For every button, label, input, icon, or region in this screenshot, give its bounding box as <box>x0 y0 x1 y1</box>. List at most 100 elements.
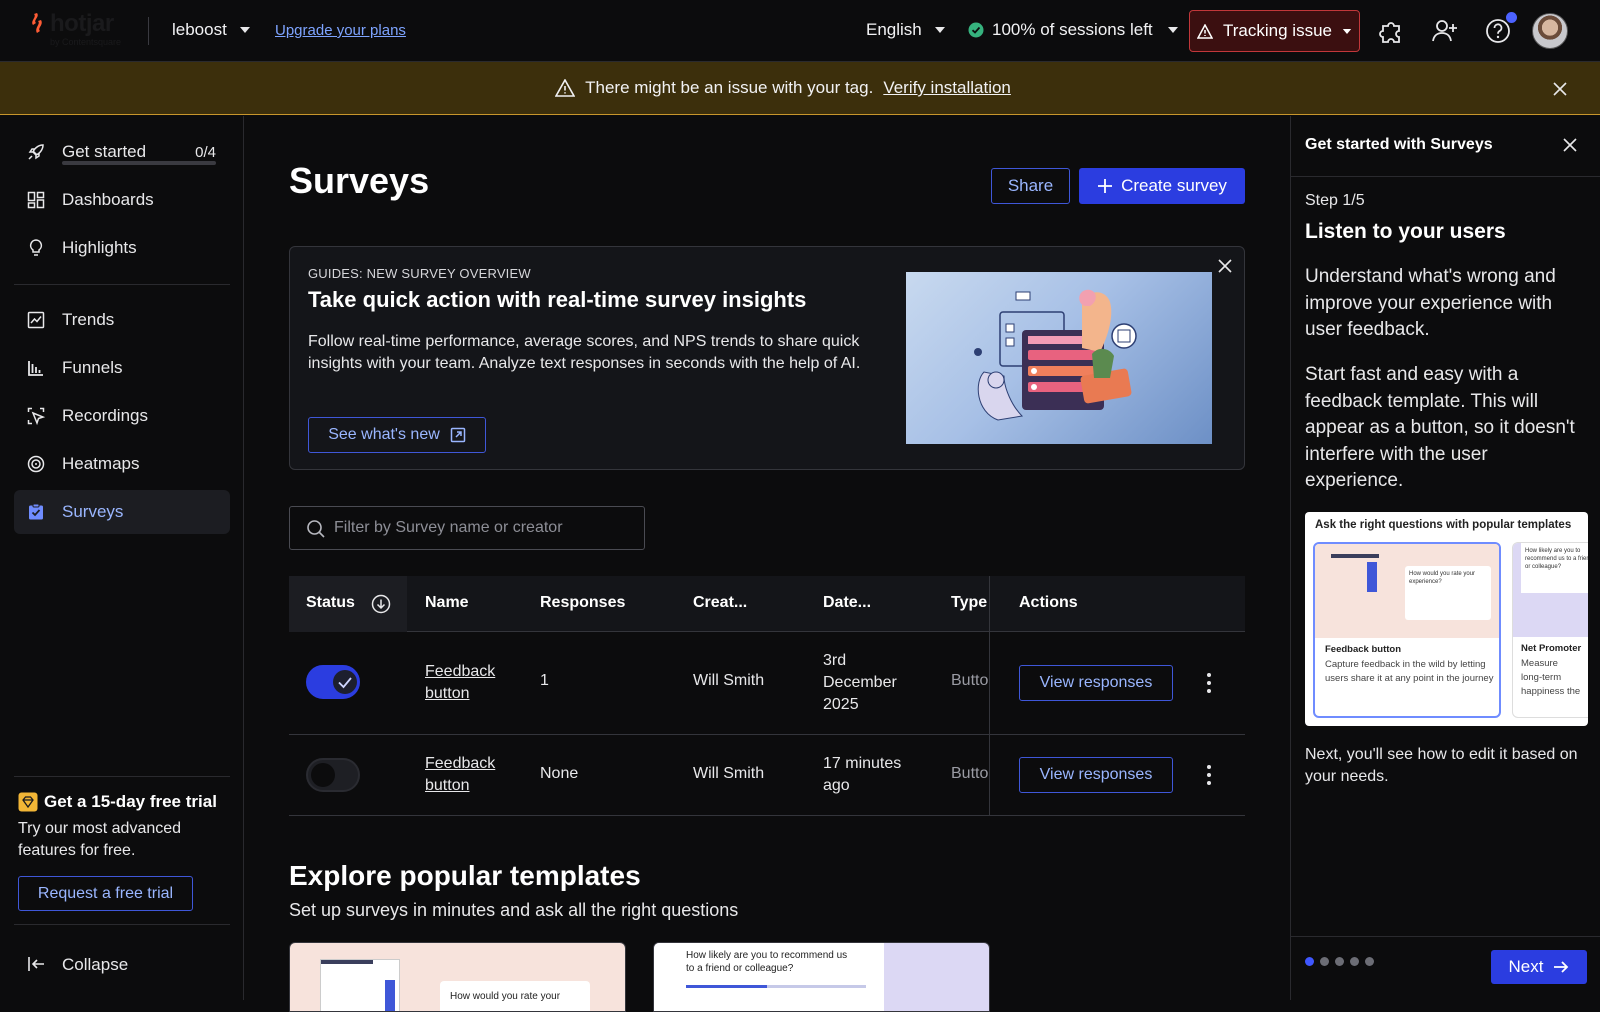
preview-bar <box>321 960 373 964</box>
sidebar-item-surveys[interactable]: Surveys <box>14 490 230 534</box>
guide-description: Follow real-time performance, average sc… <box>308 333 861 372</box>
column-header-date[interactable]: Date... <box>823 594 871 612</box>
view-responses-button[interactable]: View responses <box>1019 757 1173 793</box>
survey-type: Button <box>951 765 989 782</box>
nps-slider-fill <box>686 985 767 988</box>
survey-name-link[interactable]: Feedback button <box>425 753 515 797</box>
search-icon <box>307 520 325 538</box>
organization-selector[interactable]: leboost <box>172 20 251 40</box>
panel-paragraph: Start fast and easy with a feedback temp… <box>1305 364 1575 491</box>
see-whats-new-label: See what's new <box>328 426 440 443</box>
preview-bar <box>1331 554 1379 558</box>
next-button[interactable]: Next <box>1491 950 1587 984</box>
main-content: Surveys Share Create survey GUIDES: NEW … <box>245 116 1289 1012</box>
invite-user-icon[interactable] <box>1430 16 1460 46</box>
step-dot <box>1305 957 1314 966</box>
guide-illustration <box>906 272 1212 444</box>
sort-descending-icon[interactable] <box>371 594 391 614</box>
language-selector[interactable]: English <box>866 20 946 40</box>
share-button[interactable]: Share <box>991 168 1070 204</box>
trial-title: Get a 15-day free trial <box>18 792 217 812</box>
survey-name-link[interactable]: Feedback button <box>425 661 515 705</box>
see-whats-new-button[interactable]: See what's new <box>308 417 486 453</box>
table-row: Feedback button 1 Will Smith 3rd Decembe… <box>289 632 1245 735</box>
external-link-icon <box>450 427 466 443</box>
template-name: Feedback button <box>1325 644 1402 655</box>
nps-template: How likely are you to recommend us to a … <box>1512 542 1588 718</box>
tracking-issue-button[interactable]: Tracking issue <box>1189 10 1360 52</box>
status-toggle[interactable] <box>306 758 360 792</box>
upgrade-plans-link[interactable]: Upgrade your plans <box>275 22 406 39</box>
sidebar-item-label: Surveys <box>62 502 124 521</box>
check-circle-icon <box>968 22 984 38</box>
sidebar-item-dashboards[interactable]: Dashboards <box>14 178 230 222</box>
language-label: English <box>866 20 922 39</box>
dashboard-icon <box>27 191 45 209</box>
tracking-issue-label: Tracking issue <box>1223 21 1332 40</box>
close-icon[interactable] <box>1550 79 1570 99</box>
collapse-label: Collapse <box>62 955 129 974</box>
view-responses-button[interactable]: View responses <box>1019 665 1173 701</box>
sidebar-divider <box>14 284 230 285</box>
template-question: How likely are you to recommend us to a … <box>654 943 884 1011</box>
sidebar-item-trends[interactable]: Trends <box>14 298 230 342</box>
sidebar-item-recordings[interactable]: Recordings <box>14 394 230 438</box>
column-header-creator[interactable]: Creat... <box>693 594 747 612</box>
caret-down-icon <box>1342 28 1352 34</box>
preview-question: How would you rate your experience? <box>1405 566 1491 620</box>
sidebar-item-label: Trends <box>62 310 115 329</box>
sessions-indicator[interactable]: 100% of sessions left <box>968 20 1179 40</box>
create-survey-button[interactable]: Create survey <box>1079 168 1245 204</box>
lightbulb-icon <box>29 239 43 256</box>
panel-next-text: Next, you'll see how to edit it based on… <box>1305 746 1578 785</box>
sidebar-item-label: Recordings <box>62 406 148 425</box>
survey-type: Button <box>951 672 989 689</box>
integrations-puzzle-icon[interactable] <box>1376 16 1406 46</box>
survey-date: 17 minutes ago <box>823 755 902 794</box>
table-row: Feedback button None Will Smith 17 minut… <box>289 735 1245 816</box>
explore-templates-title: Explore popular templates <box>289 860 641 891</box>
column-header-type[interactable]: Type <box>951 594 987 612</box>
step-indicator <box>1305 957 1374 966</box>
recordings-icon <box>27 407 46 426</box>
heatmaps-icon <box>27 455 45 473</box>
sidebar-item-label: Funnels <box>62 358 123 377</box>
top-bar: hotjar by Contentsquare leboost Upgrade … <box>0 0 1600 62</box>
status-toggle[interactable] <box>306 665 360 699</box>
hotjar-logo[interactable]: hotjar by Contentsquare <box>28 10 138 50</box>
search-input[interactable]: Filter by Survey name or creator <box>289 506 645 550</box>
panel-heading: Listen to your users <box>1305 220 1506 243</box>
collapse-icon <box>28 957 44 971</box>
sidebar-item-get-started[interactable]: Get started 0/4 <box>14 130 230 174</box>
page-title: Surveys <box>289 160 430 201</box>
sidebar-item-highlights[interactable]: Highlights <box>14 226 230 270</box>
more-options-icon[interactable] <box>1201 764 1217 786</box>
trends-icon <box>27 311 45 329</box>
template-preview <box>320 959 400 1011</box>
actions-column-divider <box>989 576 990 816</box>
close-icon[interactable] <box>1216 257 1234 275</box>
surveys-table: Status Name Responses Creat... Date... T… <box>289 576 1245 816</box>
panel-divider <box>1291 936 1600 937</box>
user-avatar[interactable] <box>1532 13 1568 49</box>
logo-wordmark: hotjar <box>50 10 114 37</box>
table-header: Status Name Responses Creat... Date... T… <box>289 576 1245 632</box>
sidebar-item-heatmaps[interactable]: Heatmaps <box>14 442 230 486</box>
sidebar-item-funnels[interactable]: Funnels <box>14 346 230 390</box>
step-dot <box>1365 957 1374 966</box>
column-header-name[interactable]: Name <box>425 594 469 612</box>
request-free-trial-button[interactable]: Request a free trial <box>18 876 193 911</box>
close-icon[interactable] <box>1561 136 1579 154</box>
create-survey-label: Create survey <box>1121 176 1227 195</box>
column-header-status[interactable]: Status <box>306 594 355 612</box>
surveys-icon <box>29 503 43 520</box>
template-card[interactable]: How would you rate your <box>289 942 626 1012</box>
preview-feedback-tab <box>1367 562 1377 592</box>
sidebar-divider <box>14 776 230 777</box>
panel-step: Step 1/5 <box>1305 192 1365 209</box>
verify-installation-link[interactable]: Verify installation <box>883 78 1011 98</box>
column-header-responses[interactable]: Responses <box>540 594 625 612</box>
warning-icon <box>1197 23 1214 39</box>
more-options-icon[interactable] <box>1201 672 1217 694</box>
template-card[interactable]: How likely are you to recommend us to a … <box>653 942 990 1012</box>
